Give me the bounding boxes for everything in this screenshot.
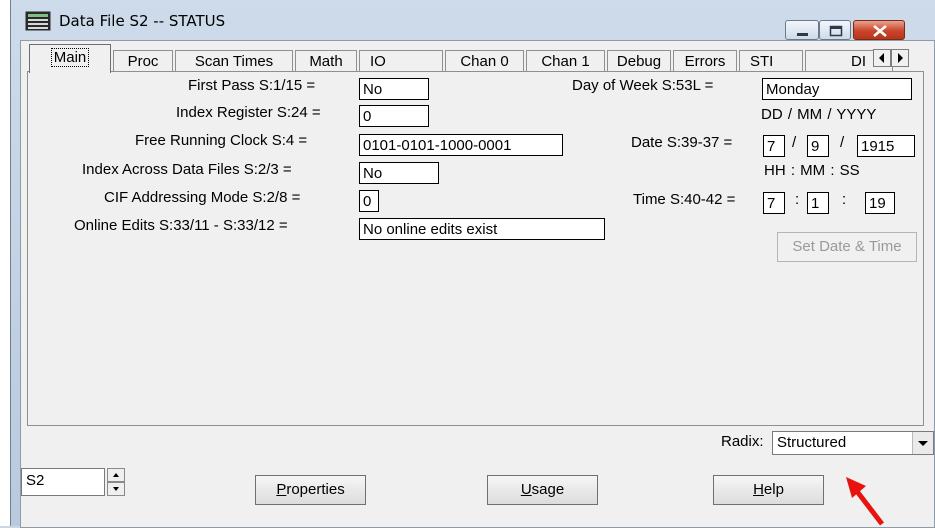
spin-up-button[interactable] — [107, 468, 125, 482]
usage-label: sage — [531, 481, 565, 498]
index-across-value[interactable]: No — [359, 162, 439, 184]
minimize-icon — [797, 33, 808, 36]
radix-label: Radix: — [721, 433, 764, 450]
tab-sti[interactable]: STI — [739, 50, 803, 71]
status-window: Data File S2 -- STATUS Main Proc Scan Ti… — [10, 0, 935, 528]
online-edits-label: Online Edits S:33/11 - S:33/12 = — [74, 217, 288, 234]
date-label: Date S:39-37 = — [631, 134, 733, 151]
radix-select[interactable]: Structured — [772, 431, 934, 455]
time-second-value[interactable]: 19 — [865, 192, 895, 214]
tab-scroll-right[interactable] — [891, 49, 909, 67]
tab-chan-0[interactable]: Chan 0 — [445, 50, 524, 71]
help-label: elp — [763, 481, 784, 498]
usage-mnemonic: U — [520, 481, 532, 498]
close-button[interactable] — [853, 20, 905, 40]
date-month-value[interactable]: 9 — [807, 135, 829, 157]
tab-label: Main — [50, 48, 90, 67]
first-pass-label: First Pass S:1/15 = — [188, 77, 316, 94]
arrow-right-icon — [898, 53, 903, 63]
online-edits-value[interactable]: No online edits exist — [359, 218, 605, 240]
cif-addressing-value[interactable]: 0 — [359, 190, 379, 212]
window-title: Data File S2 -- STATUS — [59, 12, 226, 30]
help-mnemonic: H — [753, 481, 764, 498]
properties-button[interactable]: Properties — [255, 475, 366, 505]
main-tab-panel: First Pass S:1/15 = No Index Register S:… — [27, 71, 924, 426]
index-register-value[interactable]: 0 — [359, 105, 429, 127]
file-selector-input[interactable]: S2 — [21, 468, 105, 496]
time-minute-value[interactable]: 1 — [807, 192, 829, 214]
set-date-time-button[interactable]: Set Date & Time — [777, 232, 917, 262]
date-day-value[interactable]: 7 — [763, 135, 785, 157]
index-register-label: Index Register S:24 = — [176, 104, 321, 121]
client-area: Main Proc Scan Times Math IO Chan 0 Chan… — [20, 40, 935, 528]
tab-main[interactable]: Main — [29, 44, 111, 73]
spin-down-icon — [113, 487, 119, 491]
day-of-week-value[interactable]: Monday — [762, 78, 912, 100]
tab-chan-1[interactable]: Chan 1 — [526, 50, 605, 71]
time-separator: : — [842, 191, 847, 208]
date-separator: / — [840, 134, 845, 151]
help-button[interactable]: Help — [713, 475, 824, 505]
title-bar[interactable]: Data File S2 -- STATUS — [11, 0, 935, 40]
free-running-clock-label: Free Running Clock S:4 = — [135, 132, 308, 149]
tab-debug[interactable]: Debug — [607, 50, 671, 71]
cif-addressing-label: CIF Addressing Mode S:2/8 = — [104, 189, 301, 206]
arrow-left-icon — [879, 53, 884, 63]
maximize-icon — [829, 25, 843, 37]
properties-mnemonic: P — [276, 481, 287, 498]
usage-button[interactable]: Usage — [487, 475, 598, 505]
spin-up-icon — [113, 473, 119, 477]
chevron-down-icon — [918, 441, 928, 446]
tab-io[interactable]: IO — [359, 50, 443, 71]
dropdown-arrow-button[interactable] — [912, 432, 933, 454]
index-across-label: Index Across Data Files S:2/3 = — [82, 161, 292, 178]
spin-down-button[interactable] — [107, 482, 125, 496]
time-separator: : — [795, 191, 800, 208]
close-icon — [873, 25, 887, 37]
date-year-value[interactable]: 1915 — [857, 135, 915, 157]
tab-math[interactable]: Math — [295, 50, 357, 71]
file-selector-spinner — [107, 468, 125, 496]
minimize-button[interactable] — [785, 20, 819, 40]
radix-selected-value: Structured — [777, 434, 847, 451]
date-separator: / — [792, 134, 797, 151]
properties-label: roperties — [286, 481, 345, 498]
time-format-header: HH : MM : SS — [764, 162, 860, 179]
tab-scroll-left[interactable] — [873, 49, 891, 67]
data-file-icon — [25, 11, 51, 31]
free-running-clock-value[interactable]: 0101-0101-1000-0001 — [359, 134, 563, 156]
first-pass-value[interactable]: No — [359, 78, 429, 100]
date-format-header: DD / MM / YYYY — [761, 106, 877, 123]
annotation-arrow-icon — [846, 477, 884, 526]
tab-scan-times[interactable]: Scan Times — [175, 50, 293, 71]
tab-proc[interactable]: Proc — [113, 50, 173, 71]
day-of-week-label: Day of Week S:53L = — [572, 77, 714, 94]
time-hour-value[interactable]: 7 — [763, 192, 785, 214]
tab-errors[interactable]: Errors — [673, 50, 737, 71]
time-label: Time S:40-42 = — [633, 191, 736, 208]
maximize-button[interactable] — [819, 20, 851, 40]
